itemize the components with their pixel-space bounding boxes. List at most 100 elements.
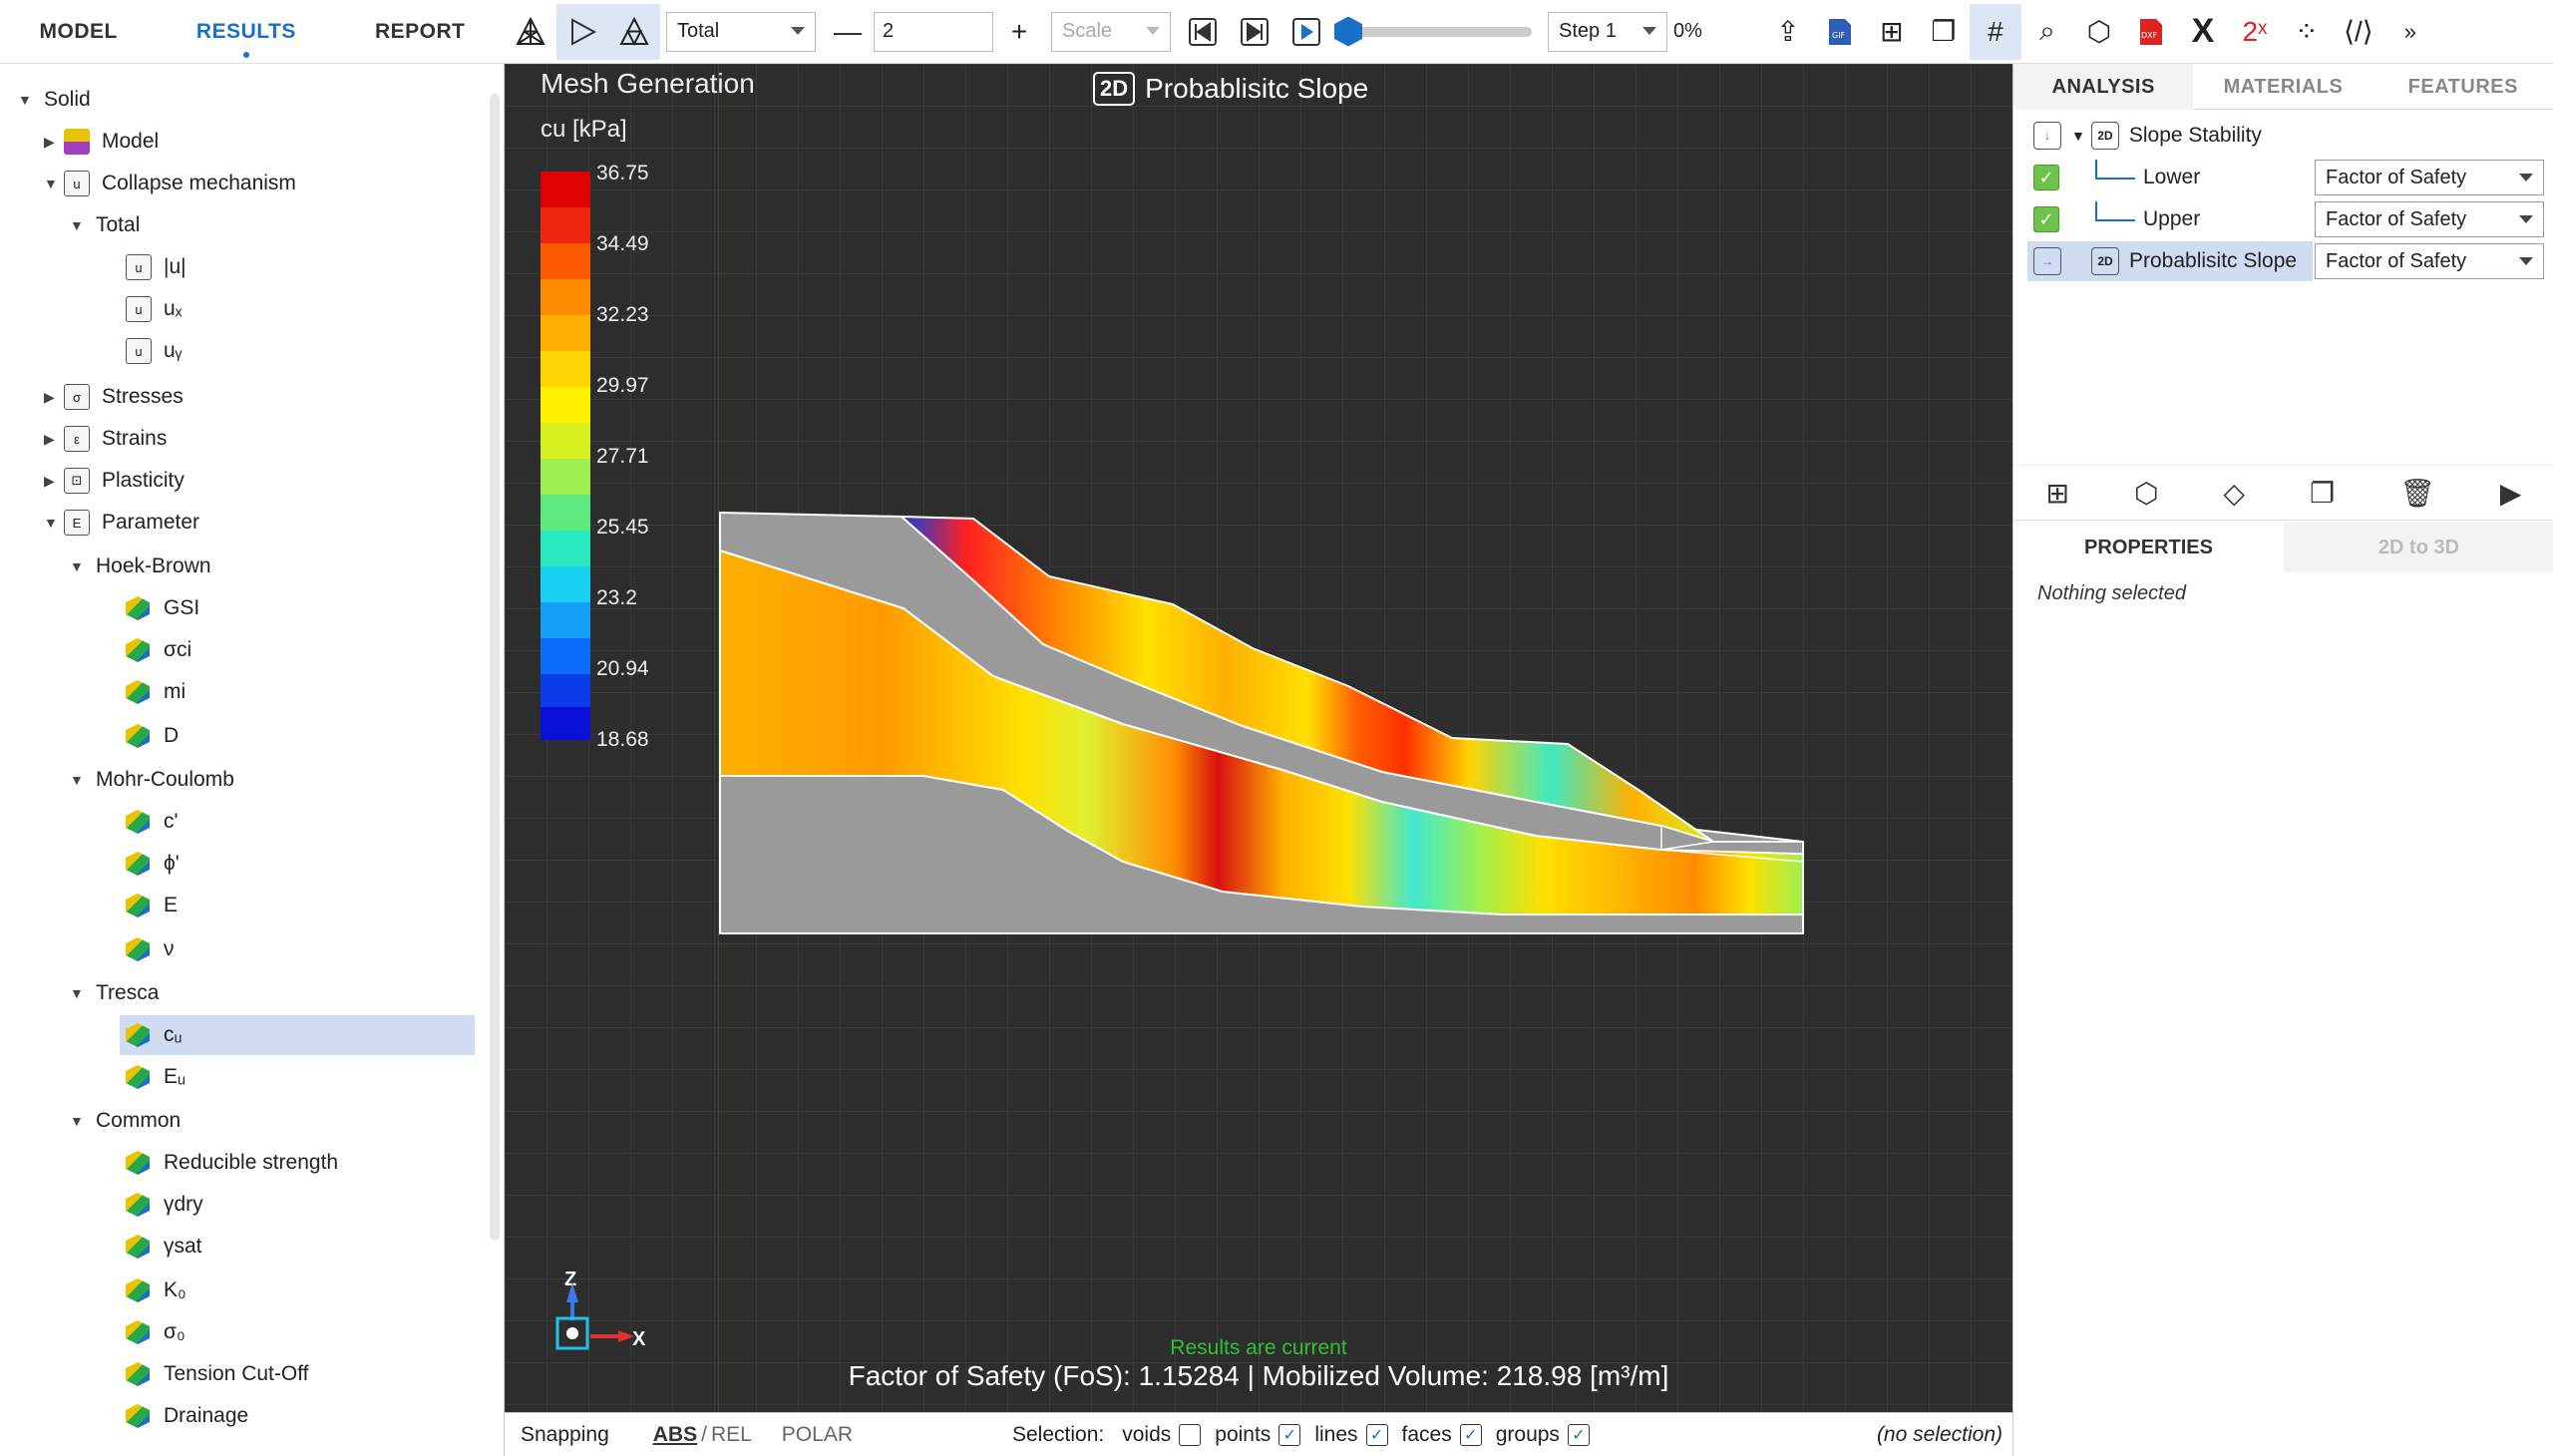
add-2d-analysis-icon[interactable]: ⊞	[2046, 477, 2069, 510]
tree-stresses[interactable]: ▶ σ Stresses	[44, 377, 183, 417]
prob-result-select[interactable]: Factor of Safety	[2315, 243, 2544, 279]
upper-result-select[interactable]: Factor of Safety	[2315, 201, 2544, 237]
step-size-input[interactable]: 2	[874, 11, 993, 52]
points-checkbox[interactable]: ✓	[1278, 1423, 1301, 1446]
dxf-icon[interactable]: DXF	[2125, 4, 2177, 60]
gif-export-icon[interactable]: GIF	[1814, 4, 1866, 60]
tree-drainage[interactable]: Drainage	[126, 1396, 248, 1436]
tree-label: Tension Cut-Off	[164, 1362, 309, 1385]
arrow-right-icon[interactable]: →	[2033, 247, 2061, 275]
analysis-prob-slope[interactable]: → 2D Probablisitc Slope	[2027, 241, 2313, 281]
tree-common[interactable]: ▼ Common	[70, 1101, 181, 1141]
mesh-fill-icon[interactable]	[608, 3, 660, 60]
excel-icon[interactable]: X	[2177, 4, 2229, 60]
tree-hoek-brown[interactable]: ▼ Hoek-Brown	[70, 546, 211, 586]
tab-properties[interactable]: PROPERTIES	[2013, 523, 2284, 572]
analysis-slope-stability[interactable]: ↓ ▼ 2D Slope Stability	[2033, 116, 2262, 156]
add-3d-analysis-icon[interactable]: ⬡	[2134, 477, 2158, 510]
tree-collapse[interactable]: ▼ u Collapse mechanism	[44, 164, 296, 203]
faces-checkbox[interactable]: ✓	[1459, 1423, 1482, 1446]
cube-icon[interactable]: ⬡	[2073, 4, 2125, 60]
tree-mohr-coulomb[interactable]: ▼ Mohr-Coulomb	[70, 760, 234, 800]
properties-tabs: PROPERTIES 2D to 3D	[2013, 523, 2553, 572]
tab-model[interactable]: MODEL	[40, 20, 118, 44]
tree-gamma-sat[interactable]: γsat	[126, 1227, 202, 1267]
tab-2d-to-3d[interactable]: 2D to 3D	[2284, 523, 2553, 572]
tree-uy[interactable]: u uᵧ	[126, 331, 182, 371]
analysis-lower[interactable]: ✓ Lower	[2033, 158, 2200, 197]
more-icon[interactable]: »	[2384, 4, 2436, 60]
tree-tresca[interactable]: ▼ Tresca	[70, 973, 159, 1013]
step-select[interactable]: Step 1	[1548, 11, 1667, 52]
tree-k0[interactable]: K₀	[126, 1271, 186, 1310]
lower-checkbox[interactable]: ✓	[2033, 165, 2059, 190]
voids-checkbox[interactable]	[1179, 1423, 1202, 1446]
tree-scrollbar[interactable]	[490, 94, 500, 1241]
tree-u-abs[interactable]: u |u|	[126, 247, 186, 287]
outline-icon[interactable]	[556, 3, 608, 60]
points-icon[interactable]: ⁘	[2281, 4, 2333, 60]
mesh-icon[interactable]	[505, 4, 556, 60]
tree-total[interactable]: ▼ Total	[70, 205, 140, 245]
upper-checkbox[interactable]: ✓	[2033, 206, 2059, 232]
lower-result-select[interactable]: Factor of Safety	[2315, 160, 2544, 195]
add-stage-icon[interactable]: ◇	[2224, 477, 2246, 510]
tree-solid[interactable]: ▼ Solid	[18, 80, 91, 120]
tree-cu[interactable]: cᵤ	[120, 1015, 475, 1055]
tree-reducible[interactable]: Reducible strength	[126, 1143, 338, 1183]
play-icon[interactable]	[1280, 4, 1332, 60]
tab-analysis[interactable]: ANALYSIS	[2013, 63, 2194, 110]
zoom-icon[interactable]: ⌕	[2021, 4, 2073, 60]
tab-results[interactable]: RESULTS	[196, 20, 296, 44]
download-icon[interactable]: ↓	[2033, 122, 2061, 150]
add-frame-icon[interactable]: ⊞	[1866, 4, 1918, 60]
tree-mi[interactable]: mi	[126, 672, 185, 712]
tree-phi-prime[interactable]: ϕ'	[126, 844, 180, 884]
tree-gsi[interactable]: GSI	[126, 588, 199, 628]
tab-features[interactable]: FEATURES	[2373, 64, 2553, 110]
duplicate-icon[interactable]: ❐	[2310, 477, 2335, 510]
lines-checkbox[interactable]: ✓	[1365, 1423, 1388, 1446]
skip-end-icon[interactable]	[1229, 4, 1280, 60]
tree-d[interactable]: D	[126, 716, 179, 756]
skip-start-icon[interactable]	[1177, 4, 1229, 60]
tree-gamma-dry[interactable]: γdry	[126, 1185, 203, 1225]
superscript-icon[interactable]: 2ˣ	[2229, 4, 2281, 60]
tree-sigma-ci[interactable]: σci	[126, 630, 191, 670]
delete-icon[interactable]: 🗑	[2399, 477, 2435, 510]
chevron-right-icon: ▶	[44, 388, 55, 405]
minus-icon[interactable]: —	[822, 4, 874, 60]
code-icon[interactable]: ⟨/⟩	[2333, 4, 2384, 60]
rel-toggle[interactable]: REL	[711, 1423, 752, 1447]
analysis-upper[interactable]: ✓ Upper	[2033, 199, 2200, 239]
grid-icon[interactable]: #	[1969, 3, 2021, 60]
tree-strains[interactable]: ▶ ε Strains	[44, 419, 167, 459]
run-icon[interactable]: ▶	[2500, 477, 2522, 510]
tree-e[interactable]: E	[126, 886, 178, 925]
viewport[interactable]: Mesh Generation 2D Probablisitc Slope cu …	[505, 64, 2012, 1412]
tree-nu[interactable]: ν	[126, 929, 175, 969]
abs-toggle[interactable]: ABS	[653, 1423, 697, 1447]
tree-eu[interactable]: Eᵤ	[126, 1057, 185, 1097]
slope-model[interactable]	[505, 64, 2012, 1412]
tree-c-prime[interactable]: c'	[126, 802, 179, 842]
result-type-select[interactable]: Total	[666, 11, 816, 52]
step-slider[interactable]	[1334, 16, 1532, 47]
plus-icon[interactable]: +	[993, 4, 1045, 60]
tree-sigma0[interactable]: σ₀	[126, 1312, 185, 1352]
tree-tension[interactable]: Tension Cut-Off	[126, 1354, 309, 1394]
scale-select[interactable]: Scale	[1051, 11, 1171, 52]
snapping-label[interactable]: Snapping	[521, 1423, 609, 1447]
slider-thumb[interactable]	[1334, 16, 1362, 47]
tree-model[interactable]: ▶ Model	[44, 122, 159, 162]
tab-report[interactable]: REPORT	[375, 20, 466, 44]
polar-toggle[interactable]: POLAR	[782, 1423, 853, 1447]
groups-checkbox[interactable]: ✓	[1567, 1423, 1590, 1446]
export-icon[interactable]: ⇪	[1762, 4, 1814, 60]
tab-materials[interactable]: MATERIALS	[2193, 64, 2372, 110]
tree-ux[interactable]: u uₓ	[126, 289, 182, 329]
selection-label: Selection:	[1012, 1422, 1105, 1446]
tree-plasticity[interactable]: ▶ ⊡ Plasticity	[44, 461, 184, 501]
copy-view-icon[interactable]: ❐	[1918, 4, 1970, 60]
tree-parameter[interactable]: ▼ E Parameter	[44, 503, 199, 543]
